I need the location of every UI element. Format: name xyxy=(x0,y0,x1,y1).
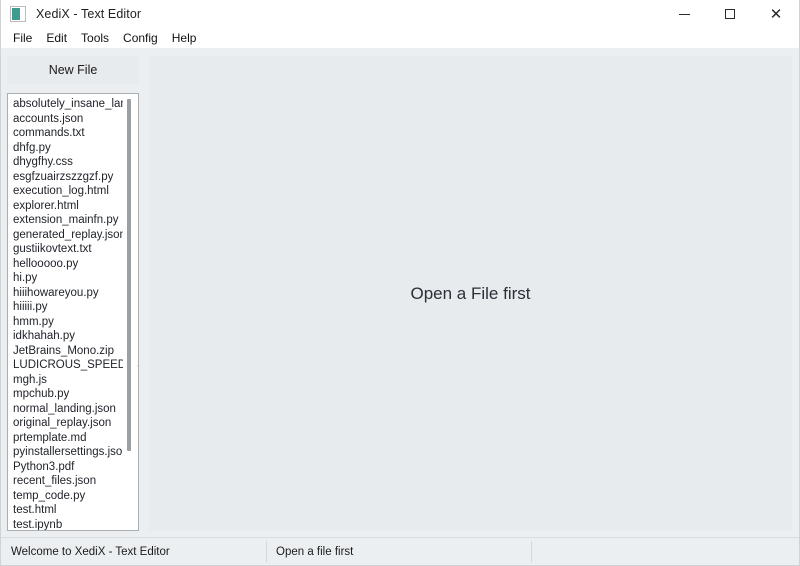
app-icon xyxy=(10,6,26,22)
file-list-item[interactable]: mgh.js xyxy=(8,373,138,388)
file-list-item[interactable]: test.html xyxy=(8,503,138,518)
minimize-icon xyxy=(678,13,690,15)
file-list-item[interactable]: accounts.json xyxy=(8,112,138,127)
file-list-item[interactable]: prtemplate.md xyxy=(8,431,138,446)
close-icon: ✕ xyxy=(769,5,783,23)
file-list-item[interactable]: extension_mainfn.py xyxy=(8,213,138,228)
file-list-item[interactable]: execution_log.html xyxy=(8,184,138,199)
file-list-item[interactable]: hiiihowareyou.py xyxy=(8,286,138,301)
file-list-item[interactable]: generated_replay.json xyxy=(8,228,138,243)
file-list-item[interactable]: absolutely_insane_land xyxy=(8,97,138,112)
file-list-item[interactable]: mpchub.py xyxy=(8,387,138,402)
file-list-scrollbar-thumb[interactable] xyxy=(127,99,131,451)
file-list-item[interactable]: dhfg.py xyxy=(8,141,138,156)
file-list-item[interactable]: hellooooo.py xyxy=(8,257,138,272)
status-extra xyxy=(531,538,799,565)
xedix-window: XediX - Text Editor ✕ File Edit Tools Co… xyxy=(0,0,800,566)
menu-bar: File Edit Tools Config Help xyxy=(1,28,799,48)
file-list-item[interactable]: gustiikovtext.txt xyxy=(8,242,138,257)
file-list-item[interactable]: hiiiii.py xyxy=(8,300,138,315)
file-list[interactable]: absolutely_insane_land accounts.json comma… xyxy=(8,94,138,530)
maximize-icon xyxy=(725,9,735,19)
file-list-item[interactable]: recent_files.json xyxy=(8,474,138,489)
file-list-item[interactable]: dhygfhy.css xyxy=(8,155,138,170)
editor-panel[interactable]: Open a File first xyxy=(149,56,792,531)
file-list-item[interactable]: hmm.py xyxy=(8,315,138,330)
file-list-item[interactable]: idkhahah.py xyxy=(8,329,138,344)
file-list-item[interactable]: pyinstallersettings.json xyxy=(8,445,138,460)
sidebar: New File absolutely_insane_land accounts.… xyxy=(1,48,143,537)
file-list-item[interactable]: original_replay.json xyxy=(8,416,138,431)
file-list-item[interactable]: temp_code.py xyxy=(8,489,138,504)
file-list-item[interactable]: hi.py xyxy=(8,271,138,286)
menu-item-tools[interactable]: Tools xyxy=(74,29,116,47)
file-list-item[interactable]: LUDICROUS_SPEED.jsc xyxy=(8,358,138,373)
close-button[interactable]: ✕ xyxy=(753,0,799,28)
file-list-item[interactable]: esgfzuairzszzgzf.py xyxy=(8,170,138,185)
main-body: New File absolutely_insane_land accounts.… xyxy=(1,48,799,537)
menu-item-edit[interactable]: Edit xyxy=(39,29,74,47)
window-controls: ✕ xyxy=(661,0,799,28)
status-bar: Welcome to XediX - Text Editor Open a fi… xyxy=(1,537,799,565)
maximize-button[interactable] xyxy=(707,0,753,28)
menu-item-help[interactable]: Help xyxy=(165,29,204,47)
file-list-panel: absolutely_insane_land accounts.json comma… xyxy=(7,93,139,531)
status-file-state: Open a file first xyxy=(266,538,531,565)
file-list-item[interactable]: JetBrains_Mono.zip xyxy=(8,344,138,359)
file-list-scrollbar[interactable] xyxy=(123,94,137,530)
minimize-button[interactable] xyxy=(661,0,707,28)
new-file-button[interactable]: New File xyxy=(7,56,139,84)
file-list-item[interactable]: commands.txt xyxy=(8,126,138,141)
window-title: XediX - Text Editor xyxy=(36,7,142,21)
file-list-item[interactable]: normal_landing.json xyxy=(8,402,138,417)
title-bar: XediX - Text Editor ✕ xyxy=(1,0,799,28)
menu-item-file[interactable]: File xyxy=(6,29,39,47)
file-list-item[interactable]: Python3.pdf xyxy=(8,460,138,475)
file-list-item[interactable]: test.ipynb xyxy=(8,518,138,531)
file-list-item[interactable]: explorer.html xyxy=(8,199,138,214)
editor-placeholder: Open a File first xyxy=(410,283,531,303)
menu-item-config[interactable]: Config xyxy=(116,29,165,47)
status-message: Welcome to XediX - Text Editor xyxy=(11,545,170,558)
